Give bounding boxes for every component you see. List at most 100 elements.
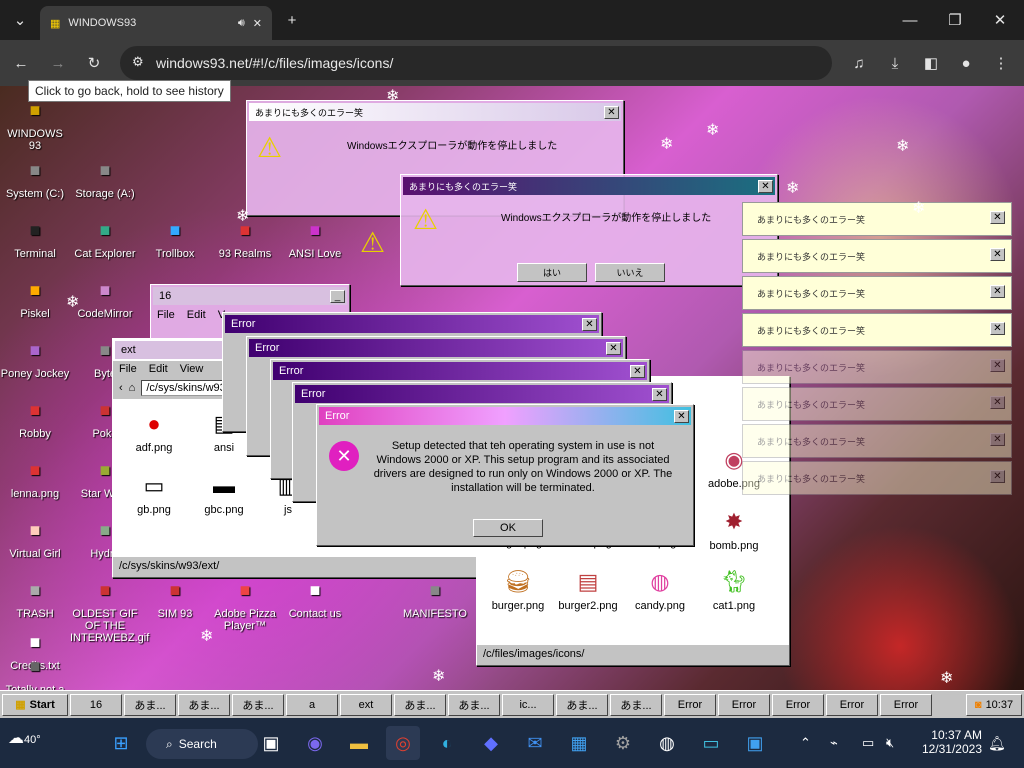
file-cat1[interactable]: 🐈︎ cat1.png bbox=[699, 567, 769, 612]
back-button[interactable]: ← bbox=[10, 52, 32, 74]
chrome-icon[interactable]: ◎ bbox=[386, 726, 420, 760]
file-burger[interactable]: 🍔︎ burger.png bbox=[483, 567, 553, 612]
weather-widget[interactable]: ☁40° bbox=[8, 728, 41, 748]
copilot-icon[interactable]: ◆ bbox=[474, 726, 508, 760]
tab-close-icon[interactable]: ✕ bbox=[253, 17, 262, 30]
teams-icon[interactable]: ◉ bbox=[298, 726, 332, 760]
desktop-icon[interactable]: ■ Piskel bbox=[0, 274, 70, 321]
file-gb[interactable]: ▭ gb.png bbox=[119, 471, 189, 516]
close-icon[interactable]: ✕ bbox=[582, 317, 597, 331]
site-info-icon[interactable]: ⚙︎ bbox=[132, 54, 144, 70]
menu-edit[interactable]: Edit bbox=[187, 309, 206, 321]
mail-icon[interactable]: ✉ bbox=[518, 726, 552, 760]
menu-file[interactable]: File bbox=[119, 363, 137, 375]
desktop-icon[interactable]: ■ Robby bbox=[0, 394, 70, 441]
sidebar-icon[interactable]: ◧ bbox=[920, 52, 942, 74]
task-view-icon[interactable]: ▣ bbox=[254, 726, 288, 760]
desktop-icon[interactable]: ■Totally not a virus.Trust bbox=[0, 650, 70, 691]
taskbar-item[interactable]: あま... bbox=[448, 693, 500, 716]
desktop-icon[interactable]: ■ SIM 93 bbox=[140, 574, 210, 621]
close-icon[interactable]: ✕ bbox=[990, 285, 1005, 298]
taskbar-item[interactable]: ext bbox=[340, 693, 392, 716]
profile-icon[interactable]: ● bbox=[955, 52, 977, 74]
close-icon[interactable]: ✕ bbox=[758, 179, 773, 193]
taskbar-item[interactable]: a bbox=[286, 693, 338, 716]
taskbar-item[interactable]: あま... bbox=[610, 693, 662, 716]
browser-tab[interactable]: ▦ WINDOWS93 🔊︎ ✕ bbox=[40, 6, 272, 40]
taskbar-item[interactable]: あま... bbox=[178, 693, 230, 716]
windows-start-icon[interactable]: ⊞ bbox=[104, 726, 138, 760]
download-icon[interactable]: ⤓ bbox=[884, 52, 906, 74]
home-icon[interactable]: ⌂ bbox=[129, 382, 136, 394]
notification-toast[interactable]: あまりにも多くのエラー笑 ✕ bbox=[742, 424, 1012, 458]
yes-button[interactable]: はい bbox=[517, 263, 587, 282]
close-icon[interactable]: ✕ bbox=[990, 396, 1005, 409]
menu-icon[interactable]: ⋮ bbox=[990, 52, 1012, 74]
close-icon[interactable]: ✕ bbox=[652, 387, 667, 401]
minimize-button[interactable]: — bbox=[900, 10, 920, 30]
close-icon[interactable]: ✕ bbox=[604, 105, 619, 119]
desktop-icon[interactable]: ■ WINDOWS 93 bbox=[0, 94, 70, 153]
file-explorer-icon[interactable]: ▬ bbox=[342, 726, 376, 760]
sound-icon[interactable]: 🔇︎ bbox=[886, 735, 894, 751]
close-icon[interactable]: ✕ bbox=[606, 341, 621, 355]
restore-button[interactable]: ❐ bbox=[945, 10, 965, 30]
new-tab-button[interactable]: + bbox=[282, 10, 302, 30]
desktop-icon[interactable]: ■ MANIFESTO bbox=[400, 574, 470, 621]
back-arrow-icon[interactable]: ‹ bbox=[119, 382, 123, 394]
desktop-icon[interactable]: ■ Storage (A:) bbox=[70, 154, 140, 201]
notification-toast[interactable]: あまりにも多くのエラー笑 ✕ bbox=[742, 461, 1012, 495]
close-icon[interactable]: ✕ bbox=[990, 322, 1005, 335]
taskbar-item[interactable]: Error bbox=[772, 693, 824, 716]
ok-button[interactable]: OK bbox=[473, 519, 543, 537]
taskbar-item[interactable]: Error bbox=[880, 693, 932, 716]
close-icon[interactable]: ✕ bbox=[990, 470, 1005, 483]
notification-toast[interactable]: あまりにも多くのエラー笑 ✕ bbox=[742, 350, 1012, 384]
desktop-icon[interactable]: ■ CodeMirror bbox=[70, 274, 140, 321]
taskbar-item[interactable]: あま... bbox=[124, 693, 176, 716]
search-box[interactable]: ⌕ Search bbox=[146, 729, 258, 759]
close-icon[interactable]: _ bbox=[330, 289, 345, 303]
menu-file[interactable]: File bbox=[157, 309, 175, 321]
settings-icon[interactable]: ⚙ bbox=[606, 726, 640, 760]
close-icon[interactable]: ✕ bbox=[630, 364, 645, 378]
reload-button[interactable]: ↻ bbox=[83, 52, 105, 74]
system-clock[interactable]: 10:37 AM 12/31/2023 bbox=[916, 728, 982, 756]
taskbar-item[interactable]: あま... bbox=[394, 693, 446, 716]
menu-edit[interactable]: Edit bbox=[149, 363, 168, 375]
desktop-icon[interactable]: ■ Adobe Pizza Player™ bbox=[210, 574, 280, 633]
close-icon[interactable]: ✕ bbox=[990, 211, 1005, 224]
taskbar-item[interactable]: あま... bbox=[232, 693, 284, 716]
close-icon[interactable]: ✕ bbox=[990, 433, 1005, 446]
file-gbc[interactable]: ▬ gbc.png bbox=[189, 471, 259, 516]
taskbar-item[interactable]: Error bbox=[826, 693, 878, 716]
edge-icon[interactable]: ◐ bbox=[430, 726, 464, 760]
chevron-up-icon[interactable]: ⌃ bbox=[800, 735, 811, 751]
notification-bell-icon[interactable]: 🔔︎ bbox=[988, 735, 1006, 752]
close-window-button[interactable]: ✕ bbox=[990, 10, 1010, 30]
notification-toast[interactable]: あまりにも多くのエラー笑 ✕ bbox=[742, 313, 1012, 347]
store-icon[interactable]: ▦ bbox=[562, 726, 596, 760]
notification-toast[interactable]: あまりにも多くのエラー笑 ✕ bbox=[742, 239, 1012, 273]
address-bar[interactable]: ⚙︎ windows93.net/#!/c/files/images/icons… bbox=[120, 46, 832, 80]
notification-toast[interactable]: あまりにも多くのエラー笑 ✕ bbox=[742, 276, 1012, 310]
network-icon[interactable]: ⌁ bbox=[830, 735, 838, 751]
media-icon[interactable]: ♫ bbox=[848, 52, 870, 74]
rss-icon[interactable]: ◙ bbox=[975, 699, 982, 711]
notification-toast[interactable]: あまりにも多くのエラー笑 ✕ bbox=[742, 387, 1012, 421]
close-icon[interactable]: ✕ bbox=[990, 248, 1005, 261]
menu-view[interactable]: View bbox=[180, 363, 204, 375]
close-icon[interactable]: ✕ bbox=[990, 359, 1005, 372]
desktop-icon[interactable]: ■ lenna.png bbox=[0, 454, 70, 501]
desktop-icon[interactable]: ■ ANSI Love bbox=[280, 214, 350, 261]
taskbar-item[interactable]: Error bbox=[718, 693, 770, 716]
obs-icon[interactable]: ◍ bbox=[650, 726, 684, 760]
desktop-icon[interactable]: ■ Terminal bbox=[0, 214, 70, 261]
notification-toast[interactable]: あまりにも多くのエラー笑 ✕ bbox=[742, 202, 1012, 236]
start-button[interactable]: ▦ Start bbox=[2, 693, 68, 716]
app-icon[interactable]: ▭ bbox=[694, 726, 728, 760]
taskbar-item[interactable]: ic... bbox=[502, 693, 554, 716]
close-icon[interactable]: ✕ bbox=[674, 409, 689, 423]
taskbar-item[interactable]: Error bbox=[664, 693, 716, 716]
file-candy[interactable]: ◍ candy.png bbox=[625, 567, 695, 612]
